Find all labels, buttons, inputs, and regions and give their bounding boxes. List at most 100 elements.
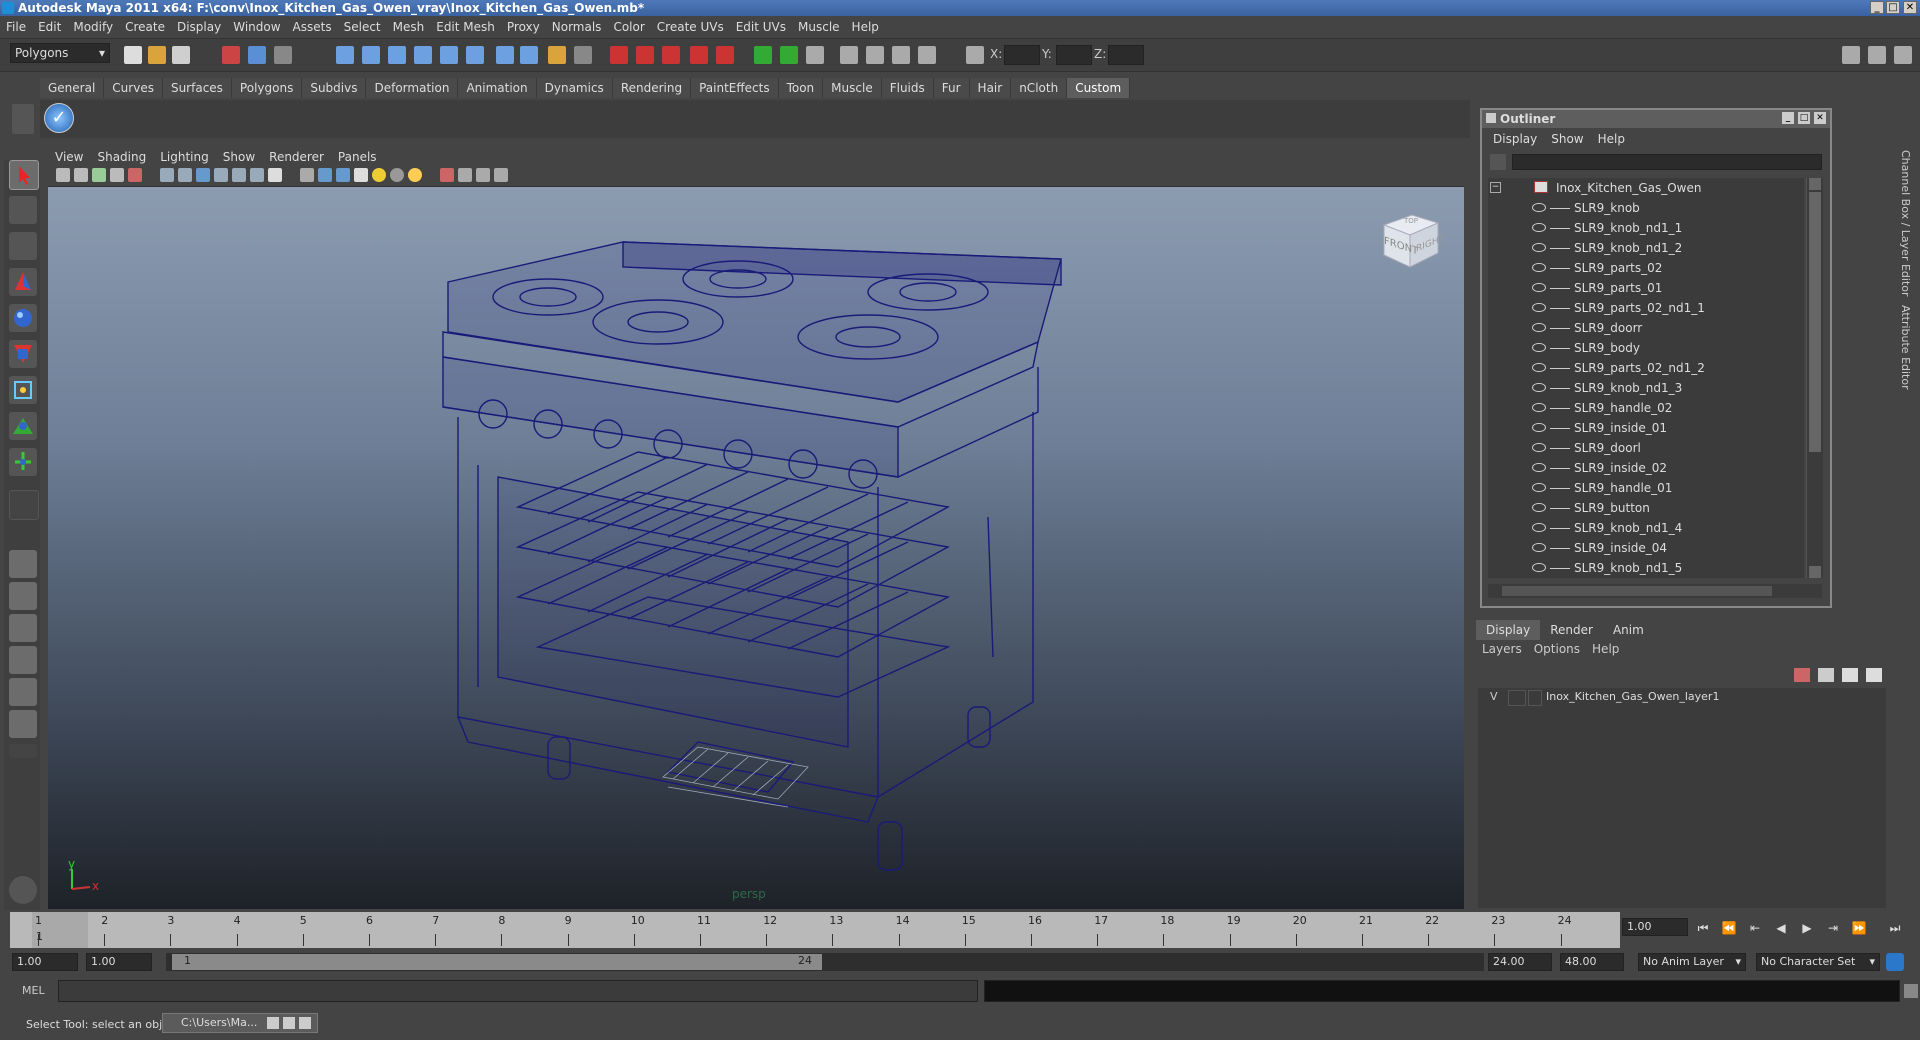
- collapse-icon[interactable]: −: [1490, 182, 1501, 193]
- playback-start-field[interactable]: 1.00: [86, 953, 152, 971]
- hypershade-persp-layout-icon[interactable]: [9, 678, 37, 706]
- scroll-up-icon[interactable]: [1809, 178, 1821, 190]
- hscroll-thumb[interactable]: [1502, 586, 1772, 596]
- script-editor-button-icon[interactable]: [1904, 984, 1918, 998]
- outliner-item[interactable]: SLR9_inside_02: [1488, 458, 1804, 478]
- outliner-root-row[interactable]: − Inox_Kitchen_Gas_Owen: [1488, 178, 1804, 198]
- layout-outliner-icon[interactable]: [1894, 46, 1912, 64]
- play-backwards-icon[interactable]: ◀: [1772, 920, 1790, 936]
- move-tool-icon[interactable]: [9, 268, 37, 296]
- playback-end-field[interactable]: 24.00: [1488, 953, 1552, 971]
- snap-grid-icon[interactable]: [336, 46, 354, 64]
- snap-plane-icon[interactable]: [414, 46, 432, 64]
- shelf-tab-general[interactable]: General: [40, 78, 105, 98]
- shadows-icon[interactable]: [408, 168, 422, 182]
- render-view-icon[interactable]: [716, 46, 734, 64]
- shelf-tab-subdivs[interactable]: Subdivs: [302, 78, 367, 98]
- snap-point-icon[interactable]: [388, 46, 406, 64]
- shelf-tab-fur[interactable]: Fur: [933, 78, 970, 98]
- menu-window[interactable]: Window: [227, 16, 286, 38]
- lock-icon[interactable]: [548, 46, 566, 64]
- wireframe-stove-model[interactable]: [48, 187, 1464, 909]
- isolate-select-icon[interactable]: [440, 168, 454, 182]
- layer-tab-anim[interactable]: Anim: [1603, 620, 1654, 640]
- select-component-icon[interactable]: [274, 46, 292, 64]
- layer-menu-help[interactable]: Help: [1592, 642, 1619, 656]
- outliner-maximize-icon[interactable]: □: [1798, 112, 1810, 124]
- step-forward-key-icon[interactable]: ⏩: [1850, 920, 1868, 936]
- script-editor-icon[interactable]: [9, 876, 37, 904]
- layer-menu-options[interactable]: Options: [1534, 642, 1580, 656]
- outliner-item[interactable]: SLR9_handle_01: [1488, 478, 1804, 498]
- select-hierarchy-icon[interactable]: [222, 46, 240, 64]
- outliner-item[interactable]: SLR9_inside_04: [1488, 538, 1804, 558]
- menu-edit-uvs[interactable]: Edit UVs: [730, 16, 792, 38]
- menu-color[interactable]: Color: [607, 16, 650, 38]
- outliner-item[interactable]: SLR9_parts_02_nd1_1: [1488, 298, 1804, 318]
- layout-four-icon[interactable]: [1868, 46, 1886, 64]
- outliner-menu-show[interactable]: Show: [1544, 130, 1590, 148]
- shelf-tab-custom[interactable]: Custom: [1067, 78, 1131, 98]
- outliner-item[interactable]: SLR9_parts_02_nd1_2: [1488, 358, 1804, 378]
- render-settings-icon[interactable]: [662, 46, 680, 64]
- attribute-editor-icon[interactable]: [806, 46, 824, 64]
- minimize-icon[interactable]: _: [1870, 1, 1884, 14]
- menu-create-uvs[interactable]: Create UVs: [651, 16, 730, 38]
- minimized-window-tab[interactable]: C:\Users\Ma...: [162, 1013, 318, 1033]
- rotate-tool-icon[interactable]: [9, 304, 37, 332]
- snap-curve-icon[interactable]: [362, 46, 380, 64]
- shelf-tab-surfaces[interactable]: Surfaces: [162, 78, 232, 98]
- menu-edit-mesh[interactable]: Edit Mesh: [430, 16, 501, 38]
- shelf-tab-animation[interactable]: Animation: [458, 78, 537, 98]
- select-tool-icon[interactable]: [9, 160, 39, 190]
- step-back-key-icon[interactable]: ⏪: [1720, 920, 1738, 936]
- show-modeling-icon[interactable]: [754, 46, 772, 64]
- single-perspective-layout-icon[interactable]: [9, 550, 37, 578]
- mode-selector[interactable]: Polygons ▾: [10, 43, 110, 63]
- start-time-field[interactable]: 1.00: [12, 953, 78, 971]
- tool-settings-icon[interactable]: [840, 46, 858, 64]
- render-current-icon[interactable]: [610, 46, 628, 64]
- close-icon[interactable]: ✕: [1903, 1, 1917, 14]
- outliner-filter-icon[interactable]: [1490, 154, 1506, 170]
- wireframe-icon[interactable]: [300, 168, 314, 182]
- outliner-item[interactable]: SLR9_doorl: [1488, 438, 1804, 458]
- viewport-menu-show[interactable]: Show: [216, 148, 262, 166]
- time-slider[interactable]: 1 1 2 3 4 5 6 7 8 9 10 11 12 13 14 15 16 17 18 19 20 21 22 23 2…: [10, 912, 1620, 948]
- z-field[interactable]: [1108, 45, 1144, 65]
- universal-manip-icon[interactable]: [9, 376, 37, 404]
- shaded-wireframe-icon[interactable]: [336, 168, 350, 182]
- outliner-item[interactable]: SLR9_parts_01: [1488, 278, 1804, 298]
- soft-mod-icon[interactable]: [9, 412, 37, 440]
- play-forwards-icon[interactable]: ▶: [1798, 920, 1816, 936]
- select-object-icon[interactable]: [248, 46, 266, 64]
- open-scene-icon[interactable]: [148, 46, 166, 64]
- menu-file[interactable]: File: [0, 16, 32, 38]
- outliner-item[interactable]: SLR9_parts_02: [1488, 258, 1804, 278]
- go-to-start-icon[interactable]: ⏮: [1694, 920, 1712, 936]
- layer-tab-display[interactable]: Display: [1476, 620, 1541, 640]
- new-layer-selected-icon[interactable]: [1818, 668, 1834, 682]
- input-list-icon[interactable]: [574, 46, 592, 64]
- shelf-tab-polygons[interactable]: Polygons: [231, 78, 303, 98]
- range-slider-handle[interactable]: [172, 954, 822, 970]
- viewport-menu-panels[interactable]: Panels: [331, 148, 384, 166]
- scale-tool-icon[interactable]: [9, 340, 37, 368]
- go-to-end-icon[interactable]: ⏭: [1886, 920, 1904, 936]
- viewport-menu-view[interactable]: View: [48, 148, 90, 166]
- new-scene-icon[interactable]: [124, 46, 142, 64]
- menu-edit[interactable]: Edit: [32, 16, 67, 38]
- image-plane-icon[interactable]: [110, 168, 124, 182]
- layer-name[interactable]: Inox_Kitchen_Gas_Owen_layer1: [1546, 690, 1719, 703]
- persp-graph-layout-icon[interactable]: [9, 646, 37, 674]
- resolution-gate-icon[interactable]: [196, 168, 210, 182]
- scroll-down-icon[interactable]: [1809, 566, 1821, 578]
- help-icon[interactable]: [520, 46, 538, 64]
- outliner-icon[interactable]: [918, 46, 936, 64]
- shelf-tab-muscle[interactable]: Muscle: [823, 78, 882, 98]
- layer-menu-layers[interactable]: Layers: [1482, 642, 1522, 656]
- end-time-field[interactable]: 48.00: [1560, 953, 1624, 971]
- outliner-titlebar[interactable]: Outliner _ □ ✕: [1482, 110, 1830, 128]
- snap-view-icon[interactable]: [466, 46, 484, 64]
- layout-single-icon[interactable]: [1842, 46, 1860, 64]
